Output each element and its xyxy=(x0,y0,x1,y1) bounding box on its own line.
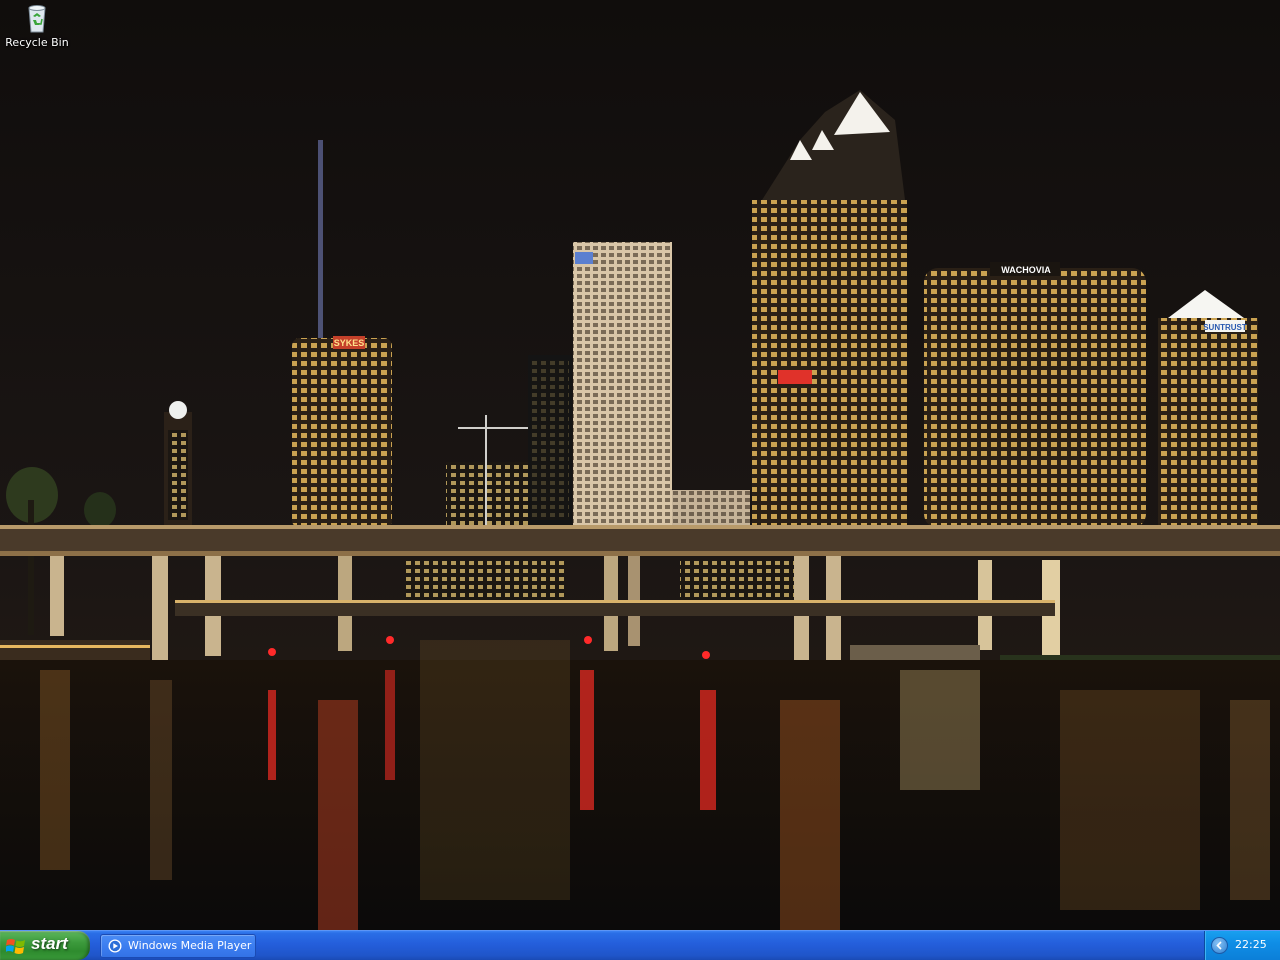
taskbar-item-windows-media-player[interactable]: Windows Media Player xyxy=(100,934,256,958)
desktop[interactable]: SYKES WACHOVIA SUNTRUST Recycle Bin xyxy=(0,0,1280,930)
desktop-icon-label: Recycle Bin xyxy=(5,36,69,49)
start-button[interactable]: start xyxy=(0,931,90,960)
desktop-icon-recycle-bin[interactable]: Recycle Bin xyxy=(4,2,70,49)
start-label: start xyxy=(31,934,68,953)
system-tray: 22:25 xyxy=(1204,931,1280,960)
recycle-bin-icon xyxy=(28,5,46,33)
sign-sykes: SYKES xyxy=(334,338,365,348)
taskbar-item-label: Windows Media Player xyxy=(128,939,252,952)
sign-wachovia: WACHOVIA xyxy=(1001,265,1051,275)
windows-logo-icon xyxy=(6,939,25,954)
tray-clock[interactable]: 22:25 xyxy=(1235,938,1267,951)
sign-suntrust: SUNTRUST xyxy=(1203,323,1247,332)
windows-media-player-icon xyxy=(108,939,122,953)
taskbar: start Windows Media Player 22:25 xyxy=(0,930,1280,960)
show-hidden-icons-button[interactable] xyxy=(1211,937,1228,954)
chevron-left-icon xyxy=(1216,941,1222,950)
wallpaper-city-skyline: SYKES WACHOVIA SUNTRUST xyxy=(0,0,1280,930)
